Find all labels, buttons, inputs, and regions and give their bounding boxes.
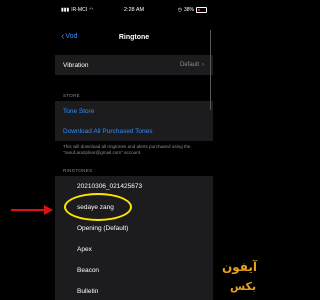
carrier-label: IR-MCI <box>71 7 88 13</box>
status-left: ▮▮▮ IR-MCI ◠ <box>61 7 93 13</box>
alarm-icon: ◷ <box>177 7 182 13</box>
ringtone-row[interactable]: Bulletin <box>55 281 213 300</box>
vibration-value-group: Default › <box>180 62 204 68</box>
ringtone-label: Bulletin <box>77 288 99 295</box>
watermark-line-1: آیفون <box>222 260 258 274</box>
ringtone-row[interactable]: Apex <box>55 239 213 260</box>
status-time: 2:28 AM <box>123 7 145 13</box>
download-all-row[interactable]: Download All Purchased Tones <box>55 121 213 141</box>
battery-percent: 38% <box>183 7 194 13</box>
status-right: ◷ 38% <box>178 7 207 13</box>
ringtone-row[interactable]: Beacon <box>55 260 213 281</box>
store-note: This will download all ringtones and ale… <box>63 144 191 155</box>
ringtones-header: RINGTONES <box>63 168 93 173</box>
download-all-link: Download All Purchased Tones <box>63 127 153 135</box>
tone-store-link: Tone Store <box>63 107 95 115</box>
ringtone-label: Beacon <box>77 267 100 274</box>
phone-screen: ▮▮▮ IR-MCI ◠ 2:28 AM ◷ 38% ‹ Vod Rington… <box>55 0 213 300</box>
pointer-arrow-shaft <box>11 209 46 211</box>
tone-store-row[interactable]: Tone Store <box>55 101 213 121</box>
signal-icon: ▮▮▮ <box>61 7 70 13</box>
vibration-label: Vibration <box>63 61 89 69</box>
status-bar: ▮▮▮ IR-MCI ◠ 2:28 AM ◷ 38% <box>55 0 213 20</box>
ringtone-row[interactable]: 20210306_021425673 <box>55 176 213 197</box>
store-header: STORE <box>63 93 80 98</box>
ringtone-label: Opening (Default) <box>77 225 129 232</box>
ringtone-row[interactable]: Opening (Default) <box>55 218 213 239</box>
ringtone-label: 20210306_021425673 <box>77 183 143 190</box>
arrow-right-icon <box>44 205 53 215</box>
highlight-circle <box>64 193 132 221</box>
wifi-icon: ◠ <box>89 7 94 13</box>
navigation-bar: ‹ Vod Ringtone <box>55 28 213 48</box>
battery-icon <box>196 7 207 13</box>
vibration-value: Default <box>179 62 199 68</box>
ringtone-label: Apex <box>77 246 92 253</box>
chevron-right-icon: › <box>202 62 204 68</box>
scroll-indicator[interactable] <box>209 30 211 110</box>
page-title: Ringtone <box>118 34 150 41</box>
vibration-row[interactable]: Vibration Default › <box>55 55 213 75</box>
watermark-line-2: بکس <box>230 280 257 293</box>
